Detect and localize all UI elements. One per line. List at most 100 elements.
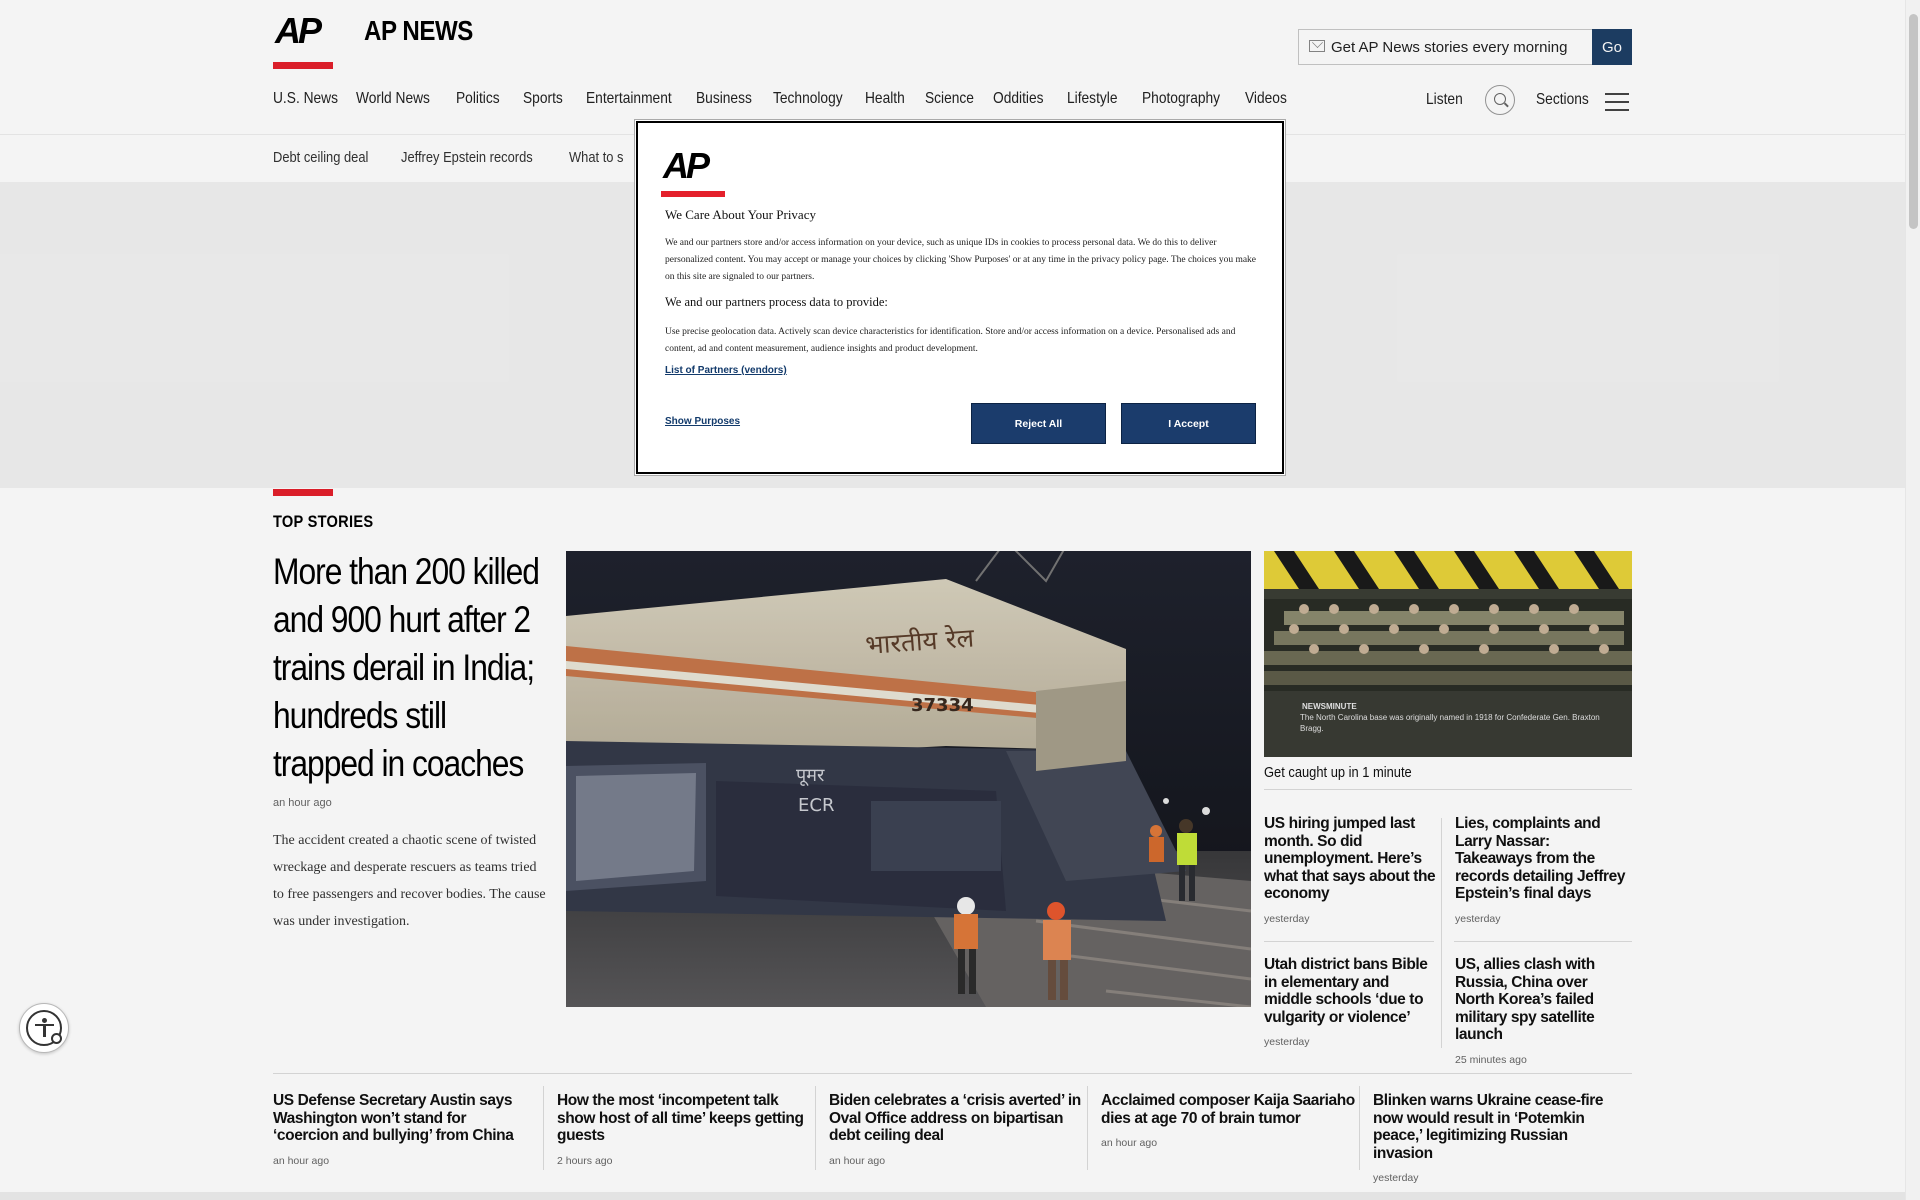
bottom-story[interactable]: Blinken warns Ukraine cease-fire now wou… (1373, 1092, 1628, 1184)
privacy-subtitle: We and our partners process data to prov… (665, 295, 888, 309)
coach-hindi-text: पूमर (796, 765, 825, 786)
brand-name[interactable]: AP NEWS (364, 15, 491, 47)
logo-red-bar (273, 62, 333, 69)
accept-button[interactable]: I Accept (1121, 403, 1256, 444)
newsletter-email-input[interactable] (1331, 30, 1587, 64)
menu-line (1605, 93, 1629, 95)
privacy-consent-dialog: AP We Care About Your Privacy We and our… (636, 121, 1284, 474)
divider (1359, 1086, 1360, 1170)
nav-oddities[interactable]: Oddities (993, 90, 1052, 108)
nav-label: Lifestyle (1067, 90, 1118, 107)
nav-science[interactable]: Science (925, 90, 982, 108)
scrollbar-thumb[interactable] (1909, 14, 1918, 229)
trending-label: Debt ceiling deal (273, 149, 369, 166)
nav-lifestyle[interactable]: Lifestyle (1067, 90, 1126, 108)
nav-world-news[interactable]: World News (356, 90, 442, 108)
trending-item[interactable]: What to s (569, 149, 632, 166)
nav-health[interactable]: Health (865, 90, 911, 108)
top-stories-label: TOP STORIES (273, 512, 390, 532)
lead-story-image[interactable]: भारतीय रेल 37334 पूमर ECR (566, 551, 1251, 1007)
accessibility-icon[interactable] (19, 1003, 69, 1053)
bottom-story[interactable]: How the most ‘incompetent talk show host… (557, 1092, 812, 1167)
lead-story-summary: The accident created a chaotic scene of … (273, 833, 546, 929)
ap-logo[interactable]: AP (273, 0, 333, 70)
privacy-purposes-text: Use precise geolocation data. Actively s… (665, 327, 1236, 354)
listen-link[interactable]: Listen (1426, 91, 1469, 109)
divider (273, 1073, 1632, 1074)
divider (1454, 941, 1632, 942)
bottom-story-headline[interactable]: Acclaimed composer Kaija Saariaho dies a… (1101, 1092, 1356, 1127)
trending-item[interactable]: Jeffrey Epstein records (401, 149, 554, 166)
ap-logo-letters: AP (275, 10, 322, 51)
side-story-headline[interactable]: Lies, complaints and Larry Nassar: Takea… (1455, 815, 1630, 903)
bottom-story-time: 2 hours ago (557, 1154, 613, 1167)
nav-label: Technology (773, 90, 843, 107)
side-story-headline[interactable]: Utah district bans Bible in elementary a… (1264, 956, 1439, 1026)
coach-ecr-text: ECR (798, 795, 834, 816)
ap-logo: AP (661, 145, 725, 197)
nav-label: Health (865, 90, 905, 107)
side-story[interactable]: US, allies clash with Russia, China over… (1455, 956, 1630, 1066)
bottom-story-time: an hour ago (273, 1154, 330, 1167)
nav-technology[interactable]: Technology (773, 90, 854, 108)
trending-label: What to s (569, 149, 624, 166)
trending-item[interactable]: Debt ceiling deal (273, 149, 384, 166)
figure-head (42, 1018, 47, 1023)
listen-label: Listen (1426, 91, 1463, 108)
bottom-story-time: yesterday (1373, 1172, 1419, 1184)
side-story[interactable]: Lies, complaints and Larry Nassar: Takea… (1455, 815, 1630, 925)
nav-videos[interactable]: Videos (1245, 90, 1294, 108)
newsminute-label: NEWSMINUTE (1302, 702, 1357, 711)
newsminute-caption[interactable]: Get caught up in 1 minute (1264, 764, 1436, 781)
divider (1441, 818, 1442, 1048)
lead-story-headline[interactable]: More than 200 killed and 900 hurt after … (273, 548, 543, 788)
nav-label: U.S. News (273, 90, 338, 107)
bottom-story-headline[interactable]: How the most ‘incompetent talk show host… (557, 1092, 812, 1145)
newsminute-video-card[interactable]: NEWSMINUTE The North Carolina base was o… (1264, 551, 1632, 757)
privacy-title: We Care About Your Privacy (665, 207, 816, 222)
nav-business[interactable]: Business (696, 90, 761, 108)
side-story-headline[interactable]: US, allies clash with Russia, China over… (1455, 956, 1630, 1044)
nav-label: Science (925, 90, 974, 107)
section-red-rule (273, 489, 333, 496)
newsminute-caption-text: Get caught up in 1 minute (1264, 764, 1412, 781)
side-story-time: yesterday (1264, 912, 1310, 925)
nav-label: Oddities (993, 90, 1044, 107)
newsletter-form: Go (1298, 29, 1632, 65)
show-purposes-link[interactable]: Show Purposes (665, 416, 740, 427)
bottom-story-headline[interactable]: Biden celebrates a ‘crisis averted’ in O… (829, 1092, 1084, 1145)
ap-logo-letters: AP (663, 145, 710, 186)
bottom-story[interactable]: Acclaimed composer Kaija Saariaho dies a… (1101, 1092, 1356, 1149)
divider (543, 1086, 544, 1170)
side-story[interactable]: US hiring jumped last month. So did unem… (1264, 815, 1439, 925)
page-scrollbar[interactable] (1905, 0, 1920, 1200)
nav-label: World News (356, 90, 430, 107)
lead-story-time: an hour ago (273, 797, 332, 809)
reject-all-button[interactable]: Reject All (971, 403, 1106, 444)
bottom-story-headline[interactable]: US Defense Secretary Austin says Washing… (273, 1092, 528, 1145)
search-icon[interactable] (1485, 85, 1515, 115)
sections-link[interactable]: Sections (1536, 91, 1597, 109)
divider (1087, 1086, 1088, 1170)
bottom-story[interactable]: Biden celebrates a ‘crisis averted’ in O… (829, 1092, 1084, 1167)
list-of-partners-link[interactable]: List of Partners (vendors) (665, 365, 787, 376)
sections-label: Sections (1536, 91, 1589, 108)
side-story[interactable]: Utah district bans Bible in elementary a… (1264, 956, 1439, 1048)
nav-sports[interactable]: Sports (523, 90, 569, 108)
bottom-story-headline[interactable]: Blinken warns Ukraine cease-fire now wou… (1373, 1092, 1628, 1162)
nav-us-news[interactable]: U.S. News (273, 90, 349, 108)
newsletter-go-button[interactable]: Go (1592, 29, 1632, 65)
bottom-story-time: an hour ago (1101, 1137, 1158, 1149)
side-story-headline[interactable]: US hiring jumped last month. So did unem… (1264, 815, 1439, 903)
train-number: 37334 (911, 695, 974, 716)
nav-photography[interactable]: Photography (1142, 90, 1233, 108)
privacy-description: We and our partners store and/or access … (665, 238, 1257, 282)
nav-politics[interactable]: Politics (456, 90, 507, 108)
footer-band (0, 1192, 1905, 1200)
bottom-story[interactable]: US Defense Secretary Austin says Washing… (273, 1092, 528, 1167)
newsminute-overlay-text: The North Carolina base was originally n… (1300, 713, 1600, 733)
hamburger-menu-icon[interactable] (1605, 93, 1629, 111)
nav-entertainment[interactable]: Entertainment (586, 90, 686, 108)
menu-line (1605, 109, 1629, 111)
nav-label: Sports (523, 90, 563, 107)
